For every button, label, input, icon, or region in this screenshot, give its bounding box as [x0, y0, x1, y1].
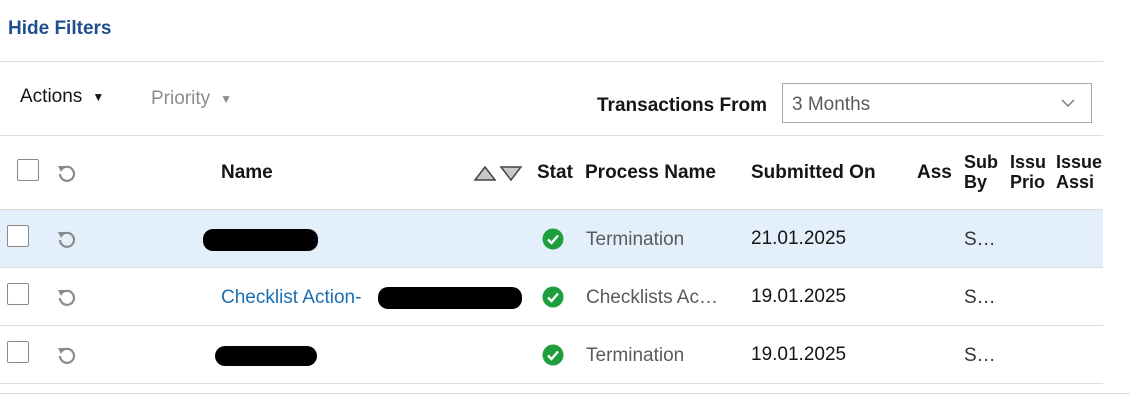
refresh-icon[interactable] [55, 285, 79, 309]
hide-filters-link[interactable]: Hide Filters [8, 18, 111, 40]
process-name-cell: Checklists Ac… [586, 287, 718, 308]
divider [0, 393, 1130, 394]
submitted-by-cell: S… [964, 287, 996, 308]
redaction-mark [203, 229, 318, 251]
transactions-from-value: 3 Months [792, 94, 871, 115]
column-header-submitted-on[interactable]: Submitted On [751, 162, 876, 184]
submitted-on-cell: 19.01.2025 [751, 344, 847, 365]
row-checkbox[interactable] [7, 283, 29, 305]
submitted-on-cell: 21.01.2025 [751, 228, 847, 249]
column-header-issue-assigned[interactable]: Issue Assi [1056, 152, 1103, 192]
divider [0, 135, 1103, 136]
refresh-icon[interactable] [55, 227, 79, 251]
caret-down-icon: ▼ [92, 90, 105, 104]
table-row[interactable]: Checklist Action- Checklists Ac… 19.01.2… [0, 268, 1103, 325]
column-header-name[interactable]: Name [221, 162, 273, 184]
priority-label: Priority [151, 88, 211, 109]
column-header-process-name[interactable]: Process Name [585, 162, 716, 184]
check-circle-icon [542, 228, 564, 250]
process-name-cell: Termination [586, 229, 685, 250]
check-circle-icon [542, 286, 564, 308]
chevron-down-icon [1061, 99, 1075, 108]
column-header-submitted-by[interactable]: Sub By [964, 152, 1004, 192]
submitted-by-cell: S… [964, 229, 996, 250]
refresh-icon[interactable] [55, 343, 79, 367]
submitted-on-cell: 19.01.2025 [751, 286, 847, 307]
sort-icon[interactable] [474, 164, 522, 182]
redaction-mark [215, 346, 317, 366]
check-circle-icon [542, 344, 564, 366]
column-header-assigned[interactable]: Ass [917, 162, 957, 184]
row-name-link[interactable]: Checklist Action- [221, 287, 361, 309]
process-name-cell: Termination [586, 345, 685, 366]
table-row[interactable]: Termination 19.01.2025 S… [0, 326, 1103, 383]
submitted-by-cell: S… [964, 345, 996, 366]
column-header-issue-priority[interactable]: Issu Prio [1010, 152, 1050, 192]
priority-menu[interactable]: Priority ▼ [151, 88, 232, 110]
caret-down-icon: ▼ [220, 92, 233, 106]
column-header-status[interactable]: Stat [537, 162, 577, 184]
actions-menu[interactable]: Actions ▼ [20, 86, 104, 108]
actions-label: Actions [20, 86, 83, 107]
select-all-checkbox[interactable] [17, 159, 39, 181]
table-row[interactable]: Termination 21.01.2025 S… [0, 210, 1103, 267]
row-checkbox[interactable] [7, 225, 29, 247]
row-checkbox[interactable] [7, 341, 29, 363]
redaction-mark [378, 287, 522, 309]
divider [0, 383, 1103, 384]
transactions-from-label: Transactions From [597, 95, 767, 116]
divider [0, 61, 1103, 62]
transactions-from-select[interactable]: 3 Months [782, 83, 1092, 123]
refresh-icon[interactable] [55, 161, 79, 185]
